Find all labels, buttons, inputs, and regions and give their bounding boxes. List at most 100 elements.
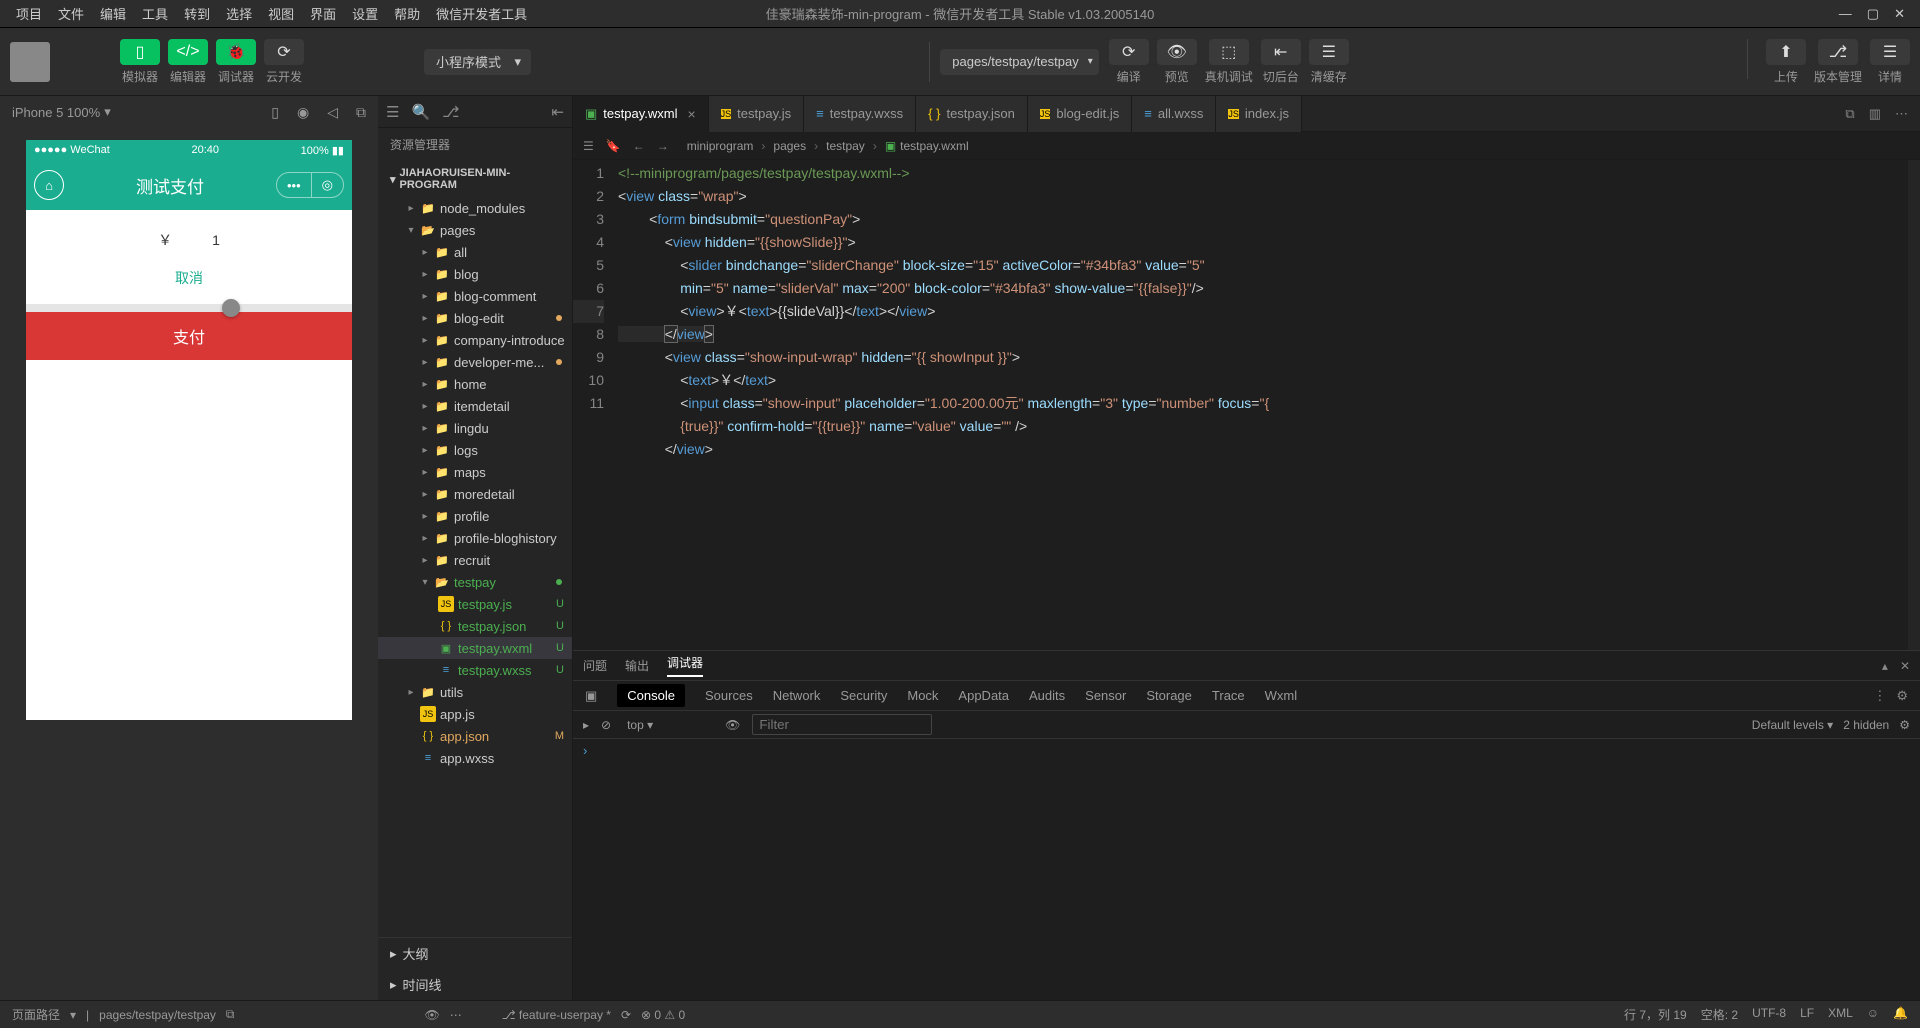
crumb-file[interactable]: ▣ testpay.wxml bbox=[885, 139, 969, 153]
tab-testpay-wxss[interactable]: ≡testpay.wxss bbox=[804, 96, 916, 132]
menu-help[interactable]: 帮助 bbox=[386, 0, 428, 27]
tree-profile[interactable]: ▸📁profile bbox=[378, 505, 572, 527]
tree-testpay-wxss[interactable]: ≡testpay.wxssU bbox=[378, 659, 572, 681]
context-selector[interactable]: top ▾ bbox=[623, 716, 713, 734]
preview-button[interactable]: 👁预览 bbox=[1157, 39, 1197, 85]
git-icon[interactable]: ⎇ bbox=[442, 103, 459, 121]
menu-view[interactable]: 视图 bbox=[260, 0, 302, 27]
upload-button[interactable]: ⬆上传 bbox=[1766, 39, 1806, 85]
mock-tab[interactable]: Mock bbox=[907, 688, 938, 703]
bookmark-icon[interactable]: 🔖 bbox=[606, 139, 621, 153]
tree-testpay-js[interactable]: JStestpay.jsU bbox=[378, 593, 572, 615]
compare-icon[interactable]: ⧉ bbox=[1845, 106, 1854, 122]
tab-testpay-wxml[interactable]: ▣testpay.wxml× bbox=[573, 96, 709, 132]
tree-app-wxss[interactable]: ≡app.wxss bbox=[378, 747, 572, 769]
tree-all[interactable]: ▸📁all bbox=[378, 241, 572, 263]
menu-wechat-devtools[interactable]: 微信开发者工具 bbox=[428, 0, 535, 27]
eye-icon[interactable]: 👁 bbox=[725, 718, 740, 732]
security-tab[interactable]: Security bbox=[840, 688, 887, 703]
tree-utils[interactable]: ▸📁utils bbox=[378, 681, 572, 703]
version-button[interactable]: ⎇版本管理 bbox=[1814, 39, 1862, 85]
tree-lingdu[interactable]: ▸📁lingdu bbox=[378, 417, 572, 439]
panel-close-icon[interactable]: ✕ bbox=[1900, 659, 1910, 673]
inspect-icon[interactable]: ▣ bbox=[585, 688, 597, 704]
network-tab[interactable]: Network bbox=[773, 688, 821, 703]
tree-blog-comment[interactable]: ▸📁blog-comment bbox=[378, 285, 572, 307]
trace-tab[interactable]: Trace bbox=[1212, 688, 1245, 703]
page-path-dropdown[interactable]: pages/testpay/testpay bbox=[940, 49, 1098, 75]
sources-tab[interactable]: Sources bbox=[705, 688, 753, 703]
compile-button[interactable]: ⟳编译 bbox=[1109, 39, 1149, 85]
tab-testpay-js[interactable]: JStestpay.js bbox=[709, 96, 804, 132]
code-body[interactable]: <!--miniprogram/pages/testpay/testpay.wx… bbox=[618, 160, 1920, 650]
forward-icon[interactable]: → bbox=[657, 139, 669, 153]
minimize-icon[interactable]: — bbox=[1839, 6, 1852, 22]
close-icon[interactable]: × bbox=[687, 106, 695, 122]
clear-console-icon[interactable]: ⊘ bbox=[601, 718, 611, 732]
tab-blog-edit-js[interactable]: JSblog-edit.js bbox=[1028, 96, 1132, 132]
crumb-miniprogram[interactable]: miniprogram bbox=[687, 139, 754, 153]
crumb-testpay[interactable]: testpay bbox=[826, 139, 865, 153]
tree-recruit[interactable]: ▸📁recruit bbox=[378, 549, 572, 571]
remote-debug-button[interactable]: ⬚真机调试 bbox=[1205, 39, 1253, 85]
encoding-info[interactable]: UTF-8 bbox=[1752, 1006, 1786, 1023]
sim-pay-button[interactable]: 支付 bbox=[26, 312, 352, 360]
tree-testpay-wxml[interactable]: ▣testpay.wxmlU bbox=[378, 637, 572, 659]
tree-testpay[interactable]: ▾📂testpay bbox=[378, 571, 572, 593]
sim-slider[interactable] bbox=[26, 304, 352, 312]
tab-testpay-json[interactable]: { }testpay.json bbox=[916, 96, 1028, 132]
crumb-pages[interactable]: pages bbox=[773, 139, 806, 153]
console-tab[interactable]: Console bbox=[617, 684, 685, 707]
tree-moredetail[interactable]: ▸📁moredetail bbox=[378, 483, 572, 505]
home-icon[interactable]: ⌂ bbox=[34, 170, 64, 200]
device-frame-icon[interactable]: ▯ bbox=[271, 104, 279, 121]
ellipsis-icon[interactable]: ⋯ bbox=[450, 1008, 462, 1022]
tab-all-wxss[interactable]: ≡all.wxss bbox=[1132, 96, 1216, 132]
tree-home[interactable]: ▸📁home bbox=[378, 373, 572, 395]
audits-tab[interactable]: Audits bbox=[1029, 688, 1065, 703]
indent-info[interactable]: 空格: 2 bbox=[1701, 1006, 1738, 1023]
debugger-toggle[interactable]: 🐞调试器 bbox=[216, 39, 256, 85]
tree-profile-bloghistory[interactable]: ▸📁profile-bloghistory bbox=[378, 527, 572, 549]
simulator-toggle[interactable]: ▯模拟器 bbox=[120, 39, 160, 85]
current-path[interactable]: pages/testpay/testpay bbox=[99, 1008, 216, 1022]
wxml-tab[interactable]: Wxml bbox=[1265, 688, 1298, 703]
timeline-section[interactable]: ▸时间线 bbox=[378, 969, 572, 1000]
tree-app-json[interactable]: { }app.jsonM bbox=[378, 725, 572, 747]
device-selector[interactable]: iPhone 5 100% ▾ bbox=[12, 104, 111, 120]
sim-cancel-button[interactable]: 取消 bbox=[26, 260, 352, 296]
console-sidebar-icon[interactable]: ▸ bbox=[583, 718, 589, 732]
sim-capsule[interactable]: •••◎ bbox=[276, 172, 344, 198]
menu-edit[interactable]: 编辑 bbox=[92, 0, 134, 27]
back-icon[interactable]: ← bbox=[633, 139, 645, 153]
capsule-menu-icon[interactable]: ••• bbox=[277, 173, 312, 197]
record-icon[interactable]: ◉ bbox=[297, 104, 309, 121]
git-stats[interactable]: ⊗ 0 ⚠ 0 bbox=[641, 1008, 685, 1022]
popout-icon[interactable]: ⧉ bbox=[356, 104, 366, 121]
more-icon[interactable]: ⋯ bbox=[1895, 106, 1908, 122]
lang-info[interactable]: XML bbox=[1828, 1006, 1853, 1023]
visibility-icon[interactable]: 👁 bbox=[425, 1008, 440, 1022]
search-icon[interactable]: 🔍 bbox=[411, 103, 430, 121]
close-icon[interactable]: ✕ bbox=[1894, 6, 1905, 22]
kebab-icon[interactable]: ⋮ bbox=[1873, 688, 1886, 704]
outline-section[interactable]: ▸大纲 bbox=[378, 938, 572, 969]
mute-icon[interactable]: ◁ bbox=[327, 104, 338, 121]
storage-tab[interactable]: Storage bbox=[1146, 688, 1192, 703]
menu-project[interactable]: 项目 bbox=[8, 0, 50, 27]
menu-icon[interactable]: ☰ bbox=[386, 103, 399, 121]
sensor-tab[interactable]: Sensor bbox=[1085, 688, 1126, 703]
tree-testpay-json[interactable]: { }testpay.jsonU bbox=[378, 615, 572, 637]
output-tab[interactable]: 输出 bbox=[625, 657, 649, 674]
problems-tab[interactable]: 问题 bbox=[583, 657, 607, 674]
menu-select[interactable]: 选择 bbox=[218, 0, 260, 27]
list-icon[interactable]: ☰ bbox=[583, 139, 594, 153]
feedback-icon[interactable]: ☺ bbox=[1867, 1006, 1879, 1023]
tree-pages[interactable]: ▾📂pages bbox=[378, 219, 572, 241]
menu-file[interactable]: 文件 bbox=[50, 0, 92, 27]
bell-icon[interactable]: 🔔 bbox=[1893, 1006, 1908, 1023]
collapse-icon[interactable]: ⇤ bbox=[551, 103, 564, 121]
tab-index-js[interactable]: JSindex.js bbox=[1216, 96, 1302, 132]
background-button[interactable]: ⇤切后台 bbox=[1261, 39, 1301, 85]
maximize-icon[interactable]: ▢ bbox=[1867, 6, 1879, 22]
